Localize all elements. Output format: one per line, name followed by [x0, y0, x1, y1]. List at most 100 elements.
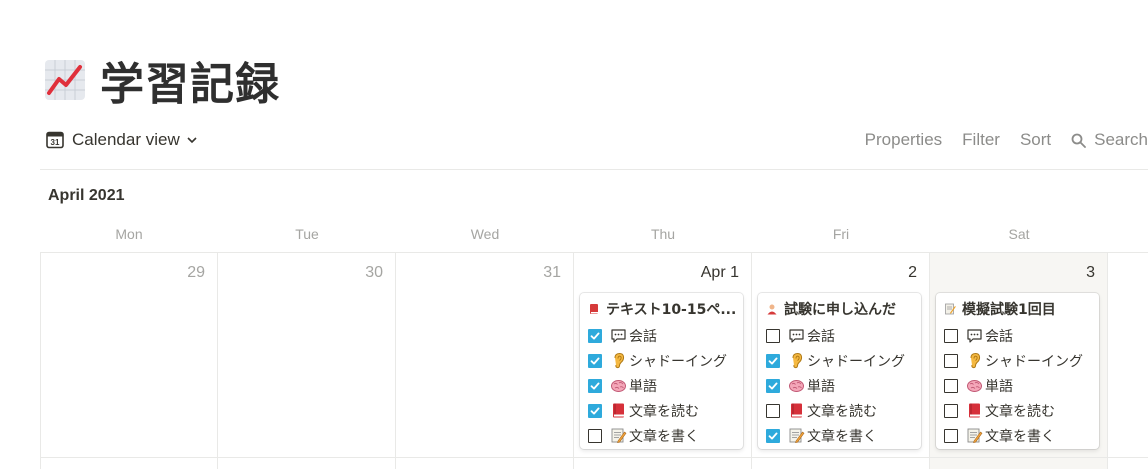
weekday-label: Mon: [115, 226, 143, 242]
weekday-label: Sat: [1008, 226, 1030, 242]
property-row: 単語: [766, 373, 913, 398]
search-label: Search: [1094, 130, 1148, 149]
day-cell[interactable]: Apr 1 テキスト10-15ペ... 会話シャドーイング 単語文章を読む文章を書…: [574, 253, 752, 457]
brain-icon: [788, 377, 805, 394]
memo-icon: [945, 303, 956, 315]
checkbox[interactable]: [588, 328, 602, 343]
checkbox[interactable]: [766, 378, 780, 393]
book-icon: [788, 402, 805, 419]
property-label: 文章を書く: [985, 428, 1055, 445]
sort-button[interactable]: Sort: [1020, 130, 1051, 150]
card-title-text: 模擬試験1回目: [962, 302, 1056, 318]
filter-button[interactable]: Filter: [962, 130, 1000, 150]
checkbox[interactable]: [944, 428, 958, 443]
property-label: 単語: [807, 378, 835, 395]
checkbox[interactable]: [588, 403, 602, 418]
day-cell[interactable]: 31: [396, 253, 574, 457]
checkbox[interactable]: [944, 403, 958, 418]
weekday-label: Tue: [295, 226, 319, 242]
card-title: 模擬試験1回目: [944, 299, 1091, 319]
checkbox[interactable]: [944, 353, 958, 368]
memo-icon: [788, 427, 805, 444]
day-cell[interactable]: 29: [40, 253, 218, 457]
memo-icon: [966, 427, 983, 444]
weekday-label: Thu: [650, 226, 676, 242]
svg-text:31: 31: [51, 138, 60, 147]
property-label: 会話: [807, 328, 835, 345]
property-row: 文章を読む: [944, 398, 1091, 423]
page-header: 学習記録: [44, 48, 280, 112]
day-number: 29: [187, 264, 205, 281]
property-row: シャドーイング: [588, 348, 735, 373]
property-label: 単語: [985, 378, 1013, 395]
property-label: 単語: [629, 378, 657, 395]
properties-button[interactable]: Properties: [865, 130, 942, 150]
property-label: 文章を読む: [629, 403, 699, 420]
card-title: テキスト10-15ペ...: [588, 299, 735, 319]
property-label: 会話: [629, 328, 657, 345]
property-label: 文章を書く: [629, 428, 699, 445]
page-title[interactable]: 学習記録: [100, 48, 280, 112]
memo-icon: [610, 427, 627, 444]
calendar-card[interactable]: 模擬試験1回目 会話シャドーイング 単語文章を読む文章を書く: [936, 293, 1099, 449]
property-row: 単語: [944, 373, 1091, 398]
property-row: 文章を書く: [766, 423, 913, 448]
book-icon: [966, 402, 983, 419]
next-week-cell[interactable]: [218, 458, 396, 469]
day-cell-today[interactable]: 3 模擬試験1回目 会話シャドーイング 単語文章を読む文章を書く: [930, 253, 1108, 457]
calendar-card[interactable]: テキスト10-15ペ... 会話シャドーイング 単語文章を読む文章を書く: [580, 293, 743, 449]
property-label: シャドーイング: [807, 353, 905, 370]
view-toolbar: Properties Filter Sort Search: [845, 130, 1148, 150]
property-row: 文章を書く: [944, 423, 1091, 448]
property-row: 単語: [588, 373, 735, 398]
person-icon: [767, 304, 777, 315]
brain-icon: [610, 377, 627, 394]
checkbox[interactable]: [944, 378, 958, 393]
red-book-icon: [590, 304, 598, 314]
next-week-cell[interactable]: [930, 458, 1108, 469]
checkbox[interactable]: [766, 328, 780, 343]
property-row: 文章を書く: [588, 423, 735, 448]
property-label: 文章を読む: [807, 403, 877, 420]
search-icon: [1071, 133, 1087, 148]
checkbox[interactable]: [588, 353, 602, 368]
search-button[interactable]: Search: [1071, 130, 1148, 150]
calendar-grid: 29 30 31 Apr 1 テキスト10-15ペ... 会話 シャドーイング 単語…: [40, 253, 1148, 469]
weekday-header: Mon Tue Wed Thu Fri Sat: [40, 222, 1148, 253]
property-row: 会話: [944, 323, 1091, 348]
checkbox[interactable]: [588, 428, 602, 443]
checkbox[interactable]: [766, 353, 780, 368]
checkbox[interactable]: [766, 403, 780, 418]
ear-icon: [610, 352, 627, 369]
month-label: April 2021: [48, 187, 125, 204]
property-row: 会話: [588, 323, 735, 348]
property-label: シャドーイング: [629, 353, 727, 370]
checkbox[interactable]: [766, 428, 780, 443]
calendar-icon: 31: [46, 131, 64, 149]
property-row: 文章を読む: [588, 398, 735, 423]
brain-icon: [966, 377, 983, 394]
property-label: シャドーイング: [985, 353, 1083, 370]
weekday-label: Wed: [470, 226, 500, 242]
day-number: 30: [365, 264, 383, 281]
speech-bubble-icon: [966, 327, 983, 344]
day-number: 3: [1086, 264, 1095, 281]
day-cell[interactable]: 2 試験に申し込んだ 会話シャドーイング 単語文章を読む文章を書く: [752, 253, 930, 457]
day-number: 2: [908, 264, 917, 281]
next-week-cell[interactable]: [40, 458, 218, 469]
property-label: 文章を書く: [807, 428, 877, 445]
property-row: シャドーイング: [766, 348, 913, 373]
day-number: Apr 1: [700, 264, 739, 281]
view-selector[interactable]: 31 Calendar view: [46, 130, 198, 150]
property-label: 会話: [985, 328, 1013, 345]
day-cell[interactable]: 30: [218, 253, 396, 457]
checkbox[interactable]: [588, 378, 602, 393]
next-week-cell[interactable]: [574, 458, 752, 469]
property-row: シャドーイング: [944, 348, 1091, 373]
chart-increasing-icon[interactable]: [44, 59, 86, 101]
next-week-cell[interactable]: [396, 458, 574, 469]
calendar-card[interactable]: 試験に申し込んだ 会話シャドーイング 単語文章を読む文章を書く: [758, 293, 921, 449]
next-week-cell[interactable]: [752, 458, 930, 469]
checkbox[interactable]: [944, 328, 958, 343]
card-title: 試験に申し込んだ: [766, 299, 913, 319]
